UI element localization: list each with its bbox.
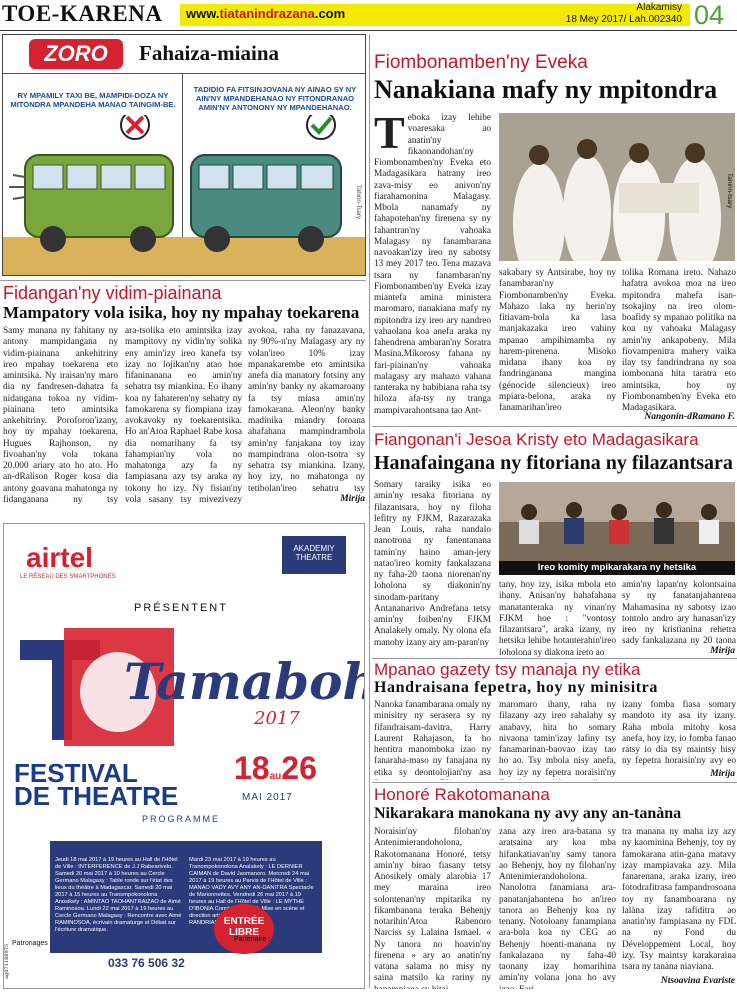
free-entry-badge: ENTRÉE LIBRE bbox=[214, 904, 274, 954]
art1-headline: Mampatory vola isika, hoy ny mpahay toek… bbox=[3, 303, 360, 322]
section-title: TOE-KARENA bbox=[2, 1, 163, 26]
issue-day: Alakamisy bbox=[636, 2, 682, 13]
art5-headline: Nikarakara manokana ny avy any an-tanàna bbox=[374, 805, 682, 822]
festival-advert: airtel LE RÉSEAU DES SMARTPHONES AKADEMI… bbox=[3, 523, 365, 989]
art5-column-3: tra manana ny maha izy azy ny kaominina … bbox=[622, 827, 736, 972]
art5-column-2: zana azy ireo ara-batana sy aratsaina ar… bbox=[499, 827, 616, 989]
art3-headline: Hanafaingana ny fitoriana ny filazantsar… bbox=[374, 452, 733, 474]
art2-byline: Nangonin-dRamano F. bbox=[644, 412, 735, 422]
art3-column-3: amin'ny lapan'ny kolontsaina sy ny fanat… bbox=[622, 580, 736, 646]
art1-byline: Mirija bbox=[340, 494, 365, 504]
art1-column-1: Samy manana ny fahitany ny antony mampid… bbox=[3, 326, 118, 505]
art4-column-2: maromaro ihany, raha ny filazany azy ire… bbox=[499, 700, 616, 780]
bishops-photo: Tahirin-tsary bbox=[499, 113, 735, 261]
art3-byline: Mirija bbox=[710, 646, 735, 656]
art1-column-2: ara-tsolika eto amintsika izay mampitovy… bbox=[125, 326, 242, 505]
academy-logo: AKADEMIY THEATRE bbox=[282, 536, 346, 574]
art4-kicker: Mpanao gazety tsy manaja ny etika bbox=[374, 660, 641, 679]
art5-kicker: Honoré Rakotomanana bbox=[374, 785, 550, 804]
committee-photo bbox=[499, 482, 735, 561]
art2-column-2: sakabary sy Antsirabe, hoy ny fanambaran… bbox=[499, 268, 616, 412]
left-speech-bubble: RY MPAMILY TAXI BE, MAMPIDI-DOZA NY MITO… bbox=[10, 91, 176, 109]
site-url[interactable]: www.tiatanindrazana.com bbox=[186, 6, 345, 21]
cartoon-credit: Tahirin-Tsary bbox=[355, 185, 361, 220]
art5-column-1: Noraisin'ny filohan'ny Antenimierandohol… bbox=[374, 827, 491, 989]
festival-title: FESTIVAL DE THEATRE bbox=[14, 758, 179, 811]
show-title: Tamaboho bbox=[124, 652, 364, 711]
art1-kicker: Fidangan'ny vidim-piainana bbox=[3, 283, 222, 303]
art1-column-3: avokoa, raha ny fanazavana, ny 90%-n'ny … bbox=[248, 326, 365, 493]
programme-label: PROGRAMME bbox=[142, 814, 221, 824]
presenter-label: PRÉSENTENT bbox=[134, 602, 228, 614]
cartoon-title: Fahaiza-miaina bbox=[139, 41, 279, 65]
right-speech-bubble: TADIDIO FA FITSINJOVANA NY AINAO SY NY A… bbox=[193, 85, 357, 112]
airtel-logo: airtel bbox=[26, 542, 93, 573]
art5-byline: Ntsoavina Evariste bbox=[660, 976, 735, 986]
infoline-phone: 033 76 506 32 bbox=[108, 956, 185, 970]
art3-kicker: Fiangonan'i Jesoa Kristy eto Madagasikar… bbox=[374, 430, 699, 449]
art3-column-2: tany, hoy izy, isika mbola eto ihany. An… bbox=[499, 580, 616, 658]
art2-column-3: tolika Romana ireto. Nahazo hafatra avok… bbox=[622, 268, 736, 412]
art4-headline: Handraisana fepetra, hoy ny minisitra bbox=[374, 679, 658, 696]
art4-column-3: izany fomba fiasa somary mandoto ity asa… bbox=[622, 700, 736, 768]
cartoon-badge: ZORO bbox=[29, 39, 123, 69]
issue-number: 18 Mey 2017/ Lah.002340 bbox=[565, 14, 682, 25]
header-rule bbox=[0, 30, 737, 31]
cartoon-panel: ZORO Fahaiza-miaina RY MPAMILY TAXI BE, … bbox=[2, 34, 366, 276]
art3-column-1: Somary taraiky isika eo amin'ny resaka f… bbox=[374, 480, 491, 648]
art4-column-1: Nanoka fanambarana omaly ny minisitry ny… bbox=[374, 700, 491, 780]
photo-caption: Ireo komity mpikarakara ny hetsika bbox=[499, 561, 735, 575]
art2-kicker: Fiombonamben'ny Eveka bbox=[374, 52, 588, 73]
programme-box: Jeudi 18 mai 2017 à 19 heures au Hall de… bbox=[50, 841, 322, 953]
art2-headline: Nanakiana mafy ny mpitondra bbox=[374, 75, 718, 104]
cartoon-drawing bbox=[3, 115, 365, 275]
festival-dates: 18au26 bbox=[234, 750, 317, 786]
art2-column-1: Teboka izay lehibe voaresaka ao anatin'n… bbox=[374, 113, 491, 416]
page-header: TOE-KARENA www.tiatanindrazana.com Alaka… bbox=[0, 0, 737, 30]
page-number: 04 bbox=[694, 0, 725, 30]
art4-byline: Mirija bbox=[710, 769, 735, 779]
